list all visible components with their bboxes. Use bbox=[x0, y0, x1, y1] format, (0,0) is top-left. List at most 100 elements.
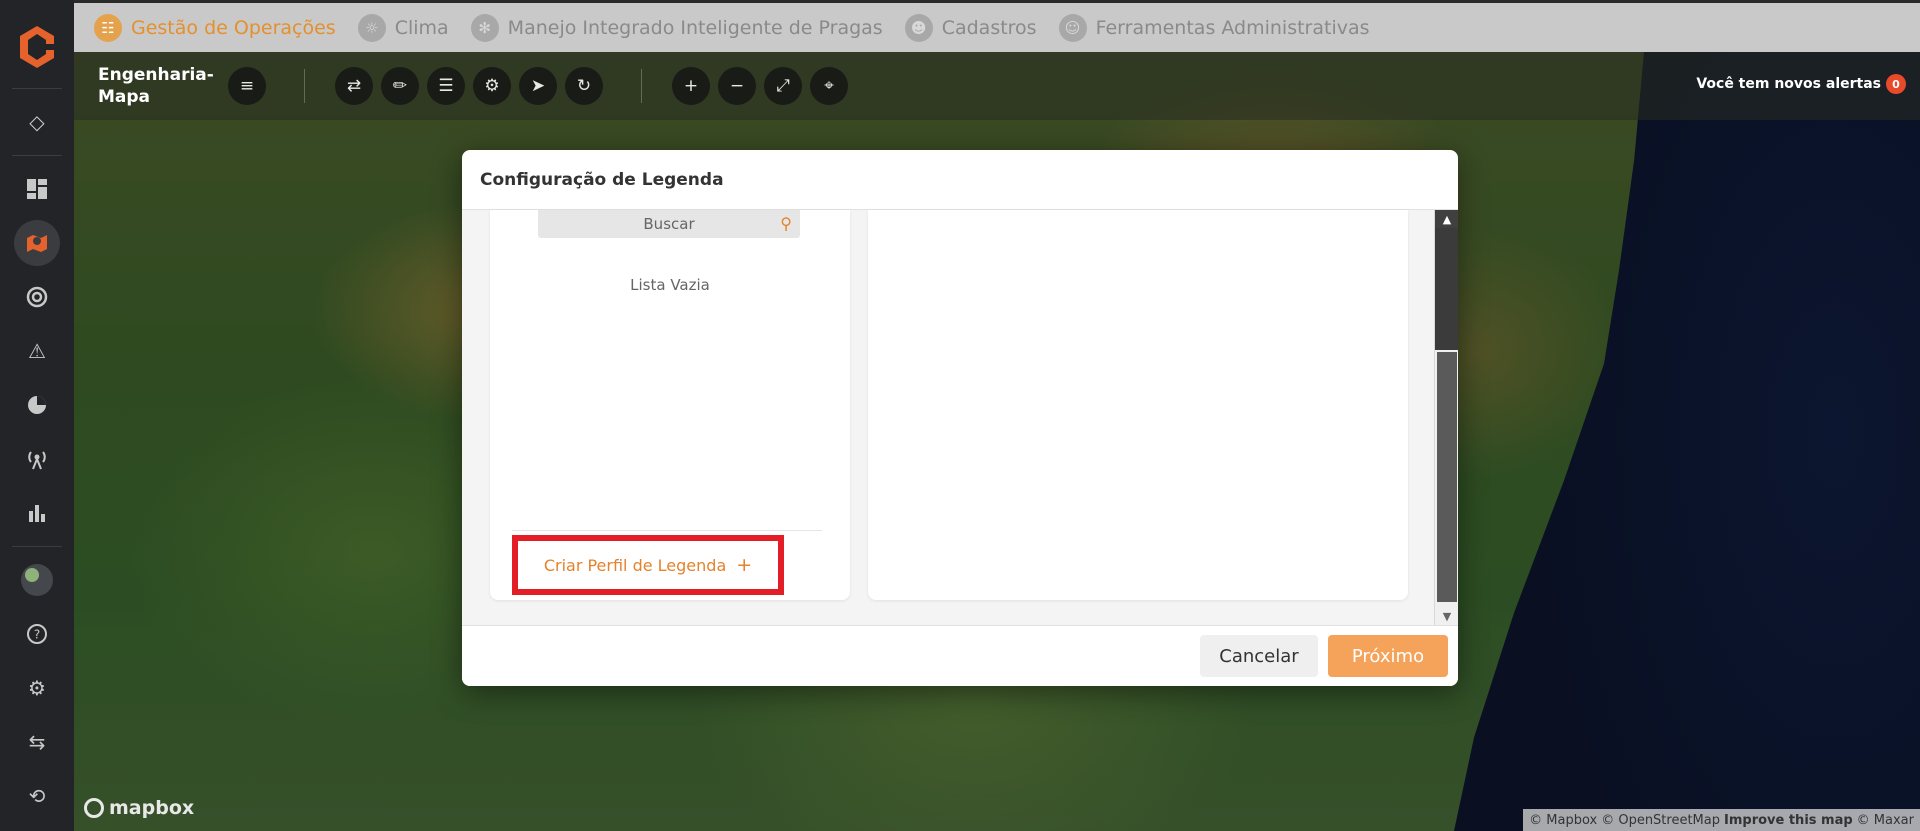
sidebar-item-pest[interactable] bbox=[14, 274, 60, 320]
alerts-indicator[interactable]: Você tem novos alertas 0 bbox=[1696, 74, 1906, 94]
share-button[interactable]: ➤ bbox=[519, 67, 557, 105]
gear-icon: ⚙ bbox=[28, 676, 46, 700]
topnav-item-label: Cadastros bbox=[941, 16, 1037, 39]
swap-icon: ⇆ bbox=[28, 730, 46, 754]
antenna-icon bbox=[28, 451, 46, 470]
topnav-item-pragas[interactable]: ✻ Manejo Integrado Inteligente de Pragas bbox=[470, 13, 883, 42]
attribution-osm[interactable]: © OpenStreetMap bbox=[1601, 813, 1720, 828]
scroll-down-arrow-icon[interactable]: ▼ bbox=[1435, 607, 1458, 625]
pie-chart-icon bbox=[28, 396, 46, 414]
map-pin-icon bbox=[27, 235, 47, 252]
scroll-track bbox=[1435, 228, 1458, 350]
refresh-button[interactable]: ↻ bbox=[565, 67, 603, 105]
next-button[interactable]: Próximo bbox=[1328, 635, 1448, 677]
filter-icon: ≡ bbox=[239, 76, 255, 96]
refresh-icon: ↻ bbox=[576, 76, 592, 96]
topnav-item-operations[interactable]: ☷ Gestão de Operações bbox=[94, 13, 336, 42]
share-icon: ➤ bbox=[530, 76, 546, 96]
ruler-icon: ✏ bbox=[392, 76, 408, 96]
sidebar-item-reports[interactable] bbox=[14, 382, 60, 428]
diamond-icon: ◇ bbox=[29, 110, 45, 134]
toolbar-divider bbox=[641, 69, 642, 103]
sidebar-item-antenna[interactable] bbox=[14, 436, 60, 482]
map-ocean bbox=[1454, 52, 1920, 831]
filter-button[interactable]: ≡ bbox=[228, 67, 266, 105]
sun-icon: ☼ bbox=[357, 13, 386, 42]
attribution-mapbox[interactable]: © Mapbox bbox=[1529, 813, 1597, 828]
gear-icon: ⚙ bbox=[484, 76, 500, 96]
sidebar-item-settings[interactable]: ⚙ bbox=[14, 665, 60, 711]
page-title: Engenharia- Mapa bbox=[98, 64, 228, 108]
sidebar-divider bbox=[12, 155, 62, 156]
create-legend-profile-label: Criar Perfil de Legenda bbox=[543, 555, 727, 575]
swap-button[interactable]: ⇄ bbox=[335, 67, 373, 105]
sidebar-item-logout[interactable]: ⟲ bbox=[14, 773, 60, 819]
plus-icon: + bbox=[683, 76, 699, 96]
sidebar-item-help[interactable]: ? bbox=[14, 611, 60, 657]
cancel-button[interactable]: Cancelar bbox=[1200, 635, 1318, 677]
settings-button[interactable]: ⚙ bbox=[473, 67, 511, 105]
crosshair-icon: ⌖ bbox=[824, 76, 834, 96]
dashboard-icon bbox=[27, 179, 47, 199]
sidebar-divider bbox=[12, 546, 62, 547]
app-logo[interactable] bbox=[12, 22, 62, 72]
mapbox-logo[interactable]: mapbox bbox=[84, 797, 194, 819]
expand-icon: ⤢ bbox=[776, 76, 790, 96]
sidebar-item-home[interactable]: ◇ bbox=[14, 99, 60, 145]
pest-icon: ✻ bbox=[470, 13, 499, 42]
sidebar-item-alerts[interactable]: ⚠ bbox=[14, 328, 60, 374]
topnav-item-label: Clima bbox=[394, 16, 449, 39]
bar-chart-icon bbox=[29, 505, 45, 522]
panel-divider bbox=[512, 530, 822, 531]
sidebar-item-map[interactable] bbox=[14, 220, 60, 266]
logout-icon: ⟲ bbox=[28, 784, 46, 808]
admin-user-icon: ☺ bbox=[1058, 13, 1087, 42]
scroll-up-arrow-icon[interactable]: ▲ bbox=[1435, 210, 1458, 228]
search-icon[interactable]: ⚲ bbox=[780, 214, 792, 233]
fullscreen-button[interactable]: ⤢ bbox=[764, 67, 802, 105]
search-box: ⚲ bbox=[538, 210, 800, 238]
map-attribution: © Mapbox © OpenStreetMap Improve this ma… bbox=[1523, 809, 1920, 831]
sidebar-item-dashboard[interactable] bbox=[14, 166, 60, 212]
topnav-item-label: Ferramentas Administrativas bbox=[1095, 16, 1370, 39]
attribution-maxar[interactable]: © Maxar bbox=[1857, 813, 1914, 828]
plus-icon: + bbox=[736, 554, 753, 576]
swap-arrows-icon: ⇄ bbox=[346, 76, 362, 96]
mapbox-logo-text: mapbox bbox=[109, 797, 195, 819]
sidebar-divider bbox=[12, 88, 62, 89]
sidebar-item-avatar[interactable] bbox=[14, 557, 60, 603]
layer-settings-button[interactable]: ☰ bbox=[427, 67, 465, 105]
minus-icon: − bbox=[729, 76, 745, 96]
topnav-item-cadastros[interactable]: ☻ Cadastros bbox=[904, 13, 1037, 42]
modal-header: Configuração de Legenda bbox=[462, 150, 1458, 210]
legend-details-panel bbox=[868, 210, 1408, 600]
warning-icon: ⚠ bbox=[28, 339, 46, 363]
measure-button[interactable]: ✏ bbox=[381, 67, 419, 105]
logo-icon bbox=[20, 26, 54, 68]
search-input[interactable] bbox=[569, 215, 769, 233]
toolbar-divider bbox=[304, 69, 305, 103]
alerts-label: Você tem novos alertas bbox=[1696, 76, 1881, 92]
legend-profile-list-panel: ⚲ Lista Vazia Criar Perfil de Legenda + bbox=[490, 210, 850, 600]
scroll-thumb[interactable] bbox=[1437, 352, 1457, 602]
locate-button[interactable]: ⌖ bbox=[810, 67, 848, 105]
topnav-item-admin[interactable]: ☺ Ferramentas Administrativas bbox=[1058, 13, 1370, 42]
alerts-badge: 0 bbox=[1886, 74, 1906, 94]
topnav-item-clima[interactable]: ☼ Clima bbox=[357, 13, 449, 42]
modal-body: ⚲ Lista Vazia Criar Perfil de Legenda + … bbox=[462, 210, 1458, 625]
top-navigation: ☷ Gestão de Operações ☼ Clima ✻ Manejo I… bbox=[74, 0, 1920, 52]
mapbox-icon bbox=[84, 798, 104, 818]
attribution-improve[interactable]: Improve this map bbox=[1724, 813, 1853, 828]
modal-scrollbar[interactable]: ▲ ▼ bbox=[1434, 210, 1458, 625]
sidebar-item-switch[interactable]: ⇆ bbox=[14, 719, 60, 765]
topnav-item-label: Gestão de Operações bbox=[131, 16, 336, 39]
signal-icon bbox=[26, 286, 48, 308]
sidebar-item-stats[interactable] bbox=[14, 490, 60, 536]
svg-text:?: ? bbox=[34, 628, 40, 642]
create-legend-profile-button[interactable]: Criar Perfil de Legenda + bbox=[512, 535, 784, 595]
operations-icon: ☷ bbox=[94, 13, 122, 42]
zoom-in-button[interactable]: + bbox=[672, 67, 710, 105]
modal-title: Configuração de Legenda bbox=[480, 169, 724, 190]
zoom-out-button[interactable]: − bbox=[718, 67, 756, 105]
list-settings-icon: ☰ bbox=[438, 76, 454, 96]
